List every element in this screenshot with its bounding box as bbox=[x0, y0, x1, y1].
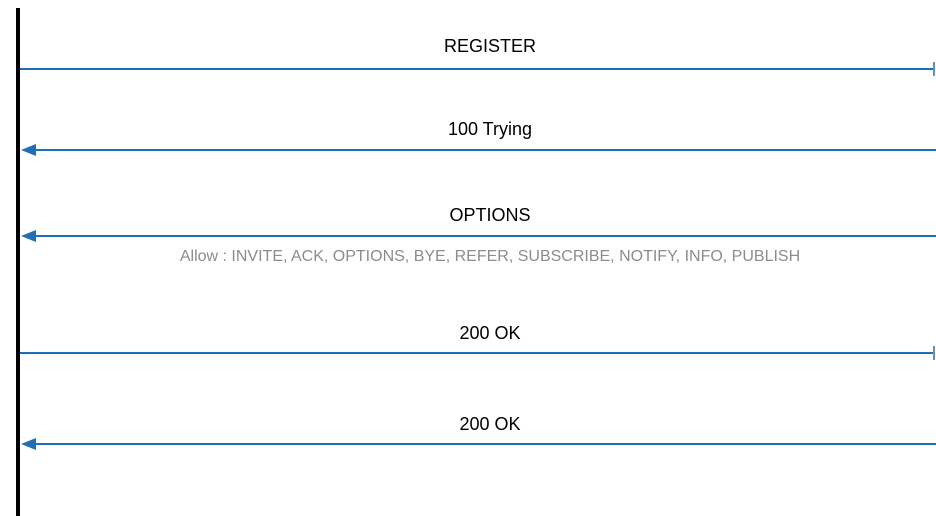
message-arrow-100-trying bbox=[21, 144, 936, 156]
message-arrow-200-ok-outgoing bbox=[20, 346, 935, 360]
message-label-options: OPTIONS bbox=[449, 205, 531, 225]
message-label-100-trying: 100 Trying bbox=[447, 119, 533, 139]
message-arrow-200-ok-incoming bbox=[21, 438, 936, 450]
message-label-register: REGISTER bbox=[443, 36, 536, 56]
arrowhead-left bbox=[21, 438, 36, 450]
message-detail-allow: Allow : INVITE, ACK, OPTIONS, BYE, REFER… bbox=[179, 248, 801, 265]
arrowhead-left bbox=[21, 144, 36, 156]
message-label-200-ok-outgoing: 200 OK bbox=[459, 323, 521, 343]
message-label-200-ok-incoming: 200 OK bbox=[459, 414, 521, 434]
message-arrow-options bbox=[21, 230, 936, 242]
arrowhead-left bbox=[21, 230, 36, 242]
message-arrow-register bbox=[20, 62, 935, 76]
